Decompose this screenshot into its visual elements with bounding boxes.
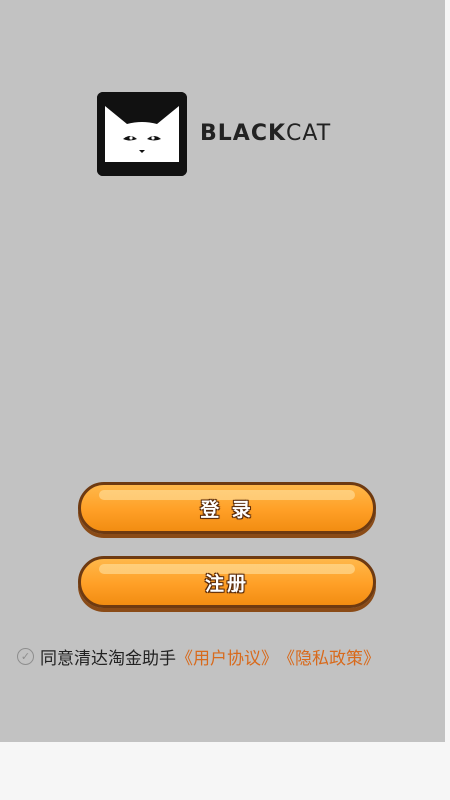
- user-agreement-link[interactable]: 《用户协议》: [176, 644, 278, 669]
- check-circle-icon[interactable]: ✓: [17, 648, 34, 665]
- login-button-label: 登 录: [200, 498, 254, 521]
- black-cat-logo-icon: [97, 92, 187, 176]
- brand-name: BLACKCAT: [200, 123, 331, 145]
- app-logo: BLACKCAT: [97, 92, 331, 176]
- brand-name-black: BLACK: [200, 121, 287, 146]
- app-screen: BLACKCAT 登 录 注册 ✓ 同意清达淘金助手 《用户协议》 《隐私政策》: [0, 0, 445, 742]
- agreement-row: ✓ 同意清达淘金助手 《用户协议》 《隐私政策》: [17, 644, 380, 669]
- privacy-policy-link[interactable]: 《隐私政策》: [278, 644, 380, 669]
- register-button[interactable]: 注册: [78, 556, 376, 608]
- agreement-text: 同意清达淘金助手: [40, 649, 176, 669]
- login-button[interactable]: 登 录: [78, 482, 376, 534]
- brand-name-cat: CAT: [286, 121, 332, 146]
- register-button-label: 注册: [204, 572, 249, 595]
